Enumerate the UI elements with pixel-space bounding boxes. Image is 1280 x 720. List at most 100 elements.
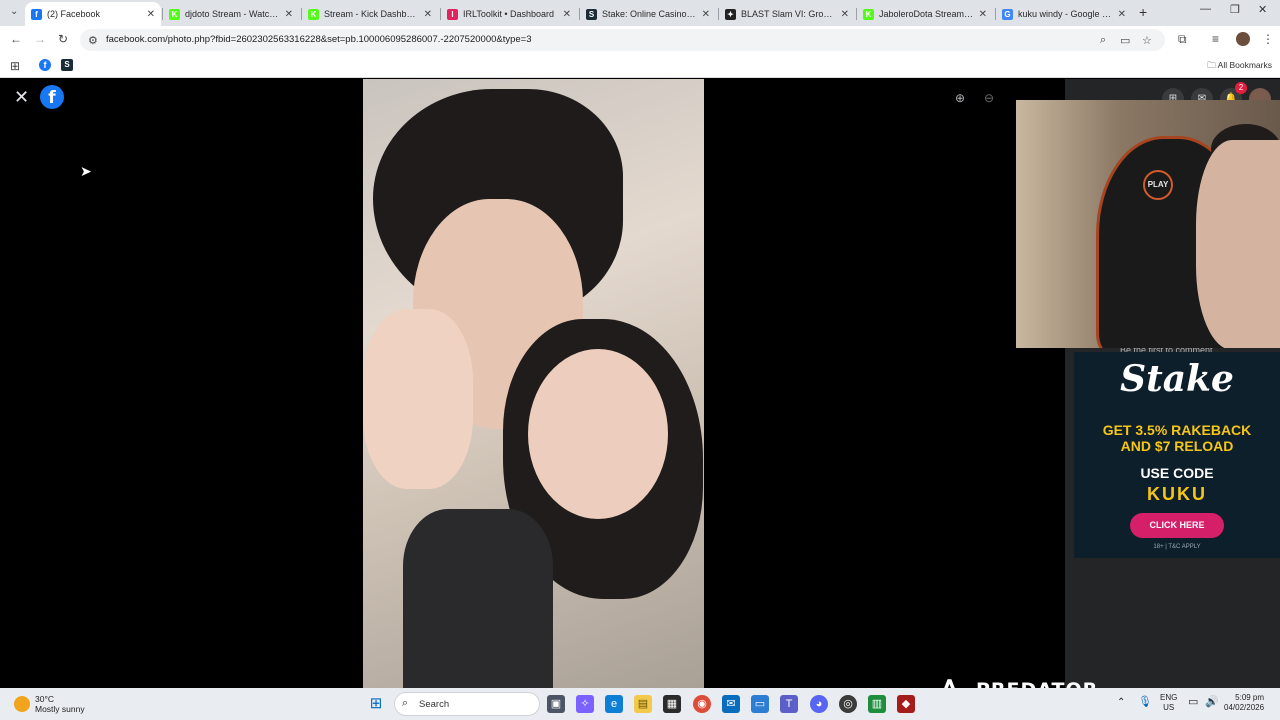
tab-title: (2) Facebook [47,9,101,19]
zoom-in-icon[interactable]: ⊕ [950,91,970,111]
weather-desc: Mostly sunny [35,704,85,714]
clock[interactable]: 5:09 pm 04/02/2026 [1224,693,1264,713]
forward-icon[interactable]: → [34,32,46,46]
taskbar-search[interactable]: ⌕ Search [394,692,540,716]
tab-close-icon[interactable]: ✕ [841,9,849,20]
close-window-icon[interactable]: ✕ [1258,3,1267,16]
browser-tab[interactable]: Kdjdoto Stream - Watch Live ✕ [163,2,299,26]
browser-tab[interactable]: K JaboleroDota Stream - Watch ✕ [857,2,993,26]
dota-icon[interactable]: ◆ [897,695,915,713]
lang-text: ENG [1160,693,1178,702]
tab-title: BLAST Slam VI: Group Stage [741,9,837,19]
address-toolbar: ← → ↻ ⚙ facebook.com/photo.php?fbid=2602… [0,26,1280,54]
maximize-icon[interactable]: ❐ [1230,3,1240,16]
tab-title: djdoto Stream - Watch Live [185,9,281,19]
tab-separator [856,8,857,20]
apps-icon[interactable]: ⊞ [10,59,20,73]
browser-tab[interactable]: I IRLToolkit • Dashboard ✕ [441,2,577,26]
menu-icon[interactable]: ⋮ [1262,32,1274,46]
chrome-icon[interactable]: ◉ [693,695,711,713]
ad-headline-1: GET 3.5% RAKEBACK [1102,422,1252,438]
language-indicator[interactable]: ENG US [1160,693,1177,713]
blast-icon: ✦ [725,8,736,20]
new-tab-icon[interactable]: + [1139,4,1147,20]
stake-bookmark-icon[interactable]: S [61,59,73,71]
zoom-icon[interactable]: ⌕ [1100,34,1106,47]
site-info-icon[interactable]: ⚙ [88,34,98,47]
browser-tab[interactable]: f (2) Facebook ✕ [25,2,161,26]
irltoolkit-icon: I [447,8,458,20]
tab-close-icon[interactable]: ✕ [702,9,710,20]
tab-close-icon[interactable]: ✕ [979,9,987,20]
tab-title: kuku windy - Google Search [1018,9,1114,19]
tab-separator [995,8,996,20]
reload-icon[interactable]: ↻ [58,32,68,46]
ad-click-here-button[interactable]: CLICK HERE [1130,513,1224,538]
photo[interactable] [363,79,704,688]
volume-icon[interactable]: 🔊 [1205,697,1219,708]
copilot-icon[interactable]: ✧ [576,695,594,713]
mouse-cursor-icon: ➤ [80,163,92,179]
back-icon[interactable]: ← [10,32,22,46]
notepad-icon[interactable]: ▥ [868,695,886,713]
ad-headline-2: AND $7 RELOAD [1120,438,1234,454]
address-bar[interactable]: ⚙ facebook.com/photo.php?fbid=2602302563… [80,29,1165,51]
ad-terms: 18+ | T&C APPLY [1153,544,1201,550]
search-icon: ⌕ [402,697,409,709]
windows-taskbar: 30°C Mostly sunny ⊞ ⌕ Search ▣ ✧ e ▤ ▦ ◉… [0,688,1280,720]
mic-icon[interactable]: 🎙 [1138,697,1152,708]
tab-close-icon[interactable]: ✕ [563,9,571,20]
mail-icon[interactable]: ✉ [722,695,740,713]
tab-title: IRLToolkit • Dashboard [463,9,555,19]
tab-separator [440,8,441,20]
stake-icon: S [586,8,597,20]
tab-close-icon[interactable]: ✕ [424,9,432,20]
ad-code-label: USE CODE [1140,465,1214,481]
webcam-overlay: PLAY [1016,100,1280,348]
minimize-icon[interactable]: — [1200,3,1211,15]
browser-tab-strip: ⌄ f(2) Facebook✕Kdjdoto Stream - Watch L… [0,0,1280,26]
tab-separator [718,8,719,20]
tab-search-icon[interactable]: ⌄ [10,6,18,17]
remote-desktop-icon[interactable]: ▭ [751,695,769,713]
profile-avatar[interactable] [1236,32,1250,46]
folder-icon: 🗀 [1207,60,1216,70]
kick-icon: K [169,8,180,20]
close-icon[interactable]: ✕ [14,87,29,108]
tab-close-icon[interactable]: ✕ [147,9,155,20]
region-text: US [1163,703,1175,712]
tray-overflow-icon[interactable]: ⌃ [1117,698,1125,708]
tab-title: JaboleroDota Stream - Watch [879,9,975,19]
facebook-logo[interactable]: f [40,85,64,109]
tab-title: Stream - Kick Dashboard [324,9,420,19]
bookmark-star-icon[interactable]: ☆ [1142,34,1152,47]
task-view-icon[interactable]: ▣ [547,695,565,713]
ad-brand: Stake [1120,358,1234,400]
stake-ad-banner[interactable]: Stake GET 3.5% RAKEBACK AND $7 RELOAD US… [1074,352,1280,558]
tab-groups-icon[interactable]: ≡ [1212,32,1219,46]
url-text[interactable]: facebook.com/photo.php?fbid=260230256331… [106,34,532,45]
tab-close-icon[interactable]: ✕ [1118,9,1126,20]
discord-icon[interactable]: ◕ [810,695,828,713]
all-bookmarks[interactable]: 🗀 All Bookmarks [1207,60,1272,74]
file-explorer-icon[interactable]: ▤ [634,695,652,713]
extensions-icon[interactable]: ⧉ [1178,32,1187,47]
browser-tab[interactable]: Gkuku windy - Google Search ✕ [996,2,1132,26]
zoom-out-icon[interactable]: ⊖ [979,91,999,111]
weather-widget[interactable]: 30°C Mostly sunny [14,694,85,714]
network-icon[interactable]: ▭ [1188,697,1198,708]
sun-icon [14,696,30,712]
teams-icon[interactable]: T [780,695,798,713]
facebook-bookmark-icon[interactable]: f [39,59,51,71]
obs-icon[interactable]: ◎ [839,695,857,713]
kick-icon: K [308,8,319,20]
edge-icon[interactable]: e [605,695,623,713]
weather-temp: 30°C [35,694,54,704]
cast-icon[interactable]: ▭ [1120,34,1130,47]
browser-tab[interactable]: ✦ BLAST Slam VI: Group Stage ✕ [719,2,855,26]
browser-tab[interactable]: K Stream - Kick Dashboard ✕ [302,2,438,26]
tab-close-icon[interactable]: ✕ [285,9,293,20]
store-icon[interactable]: ▦ [663,695,681,713]
start-icon[interactable]: ⊞ [367,695,385,713]
browser-tab[interactable]: S Stake: Online Casino & Sports ✕ [580,2,716,26]
